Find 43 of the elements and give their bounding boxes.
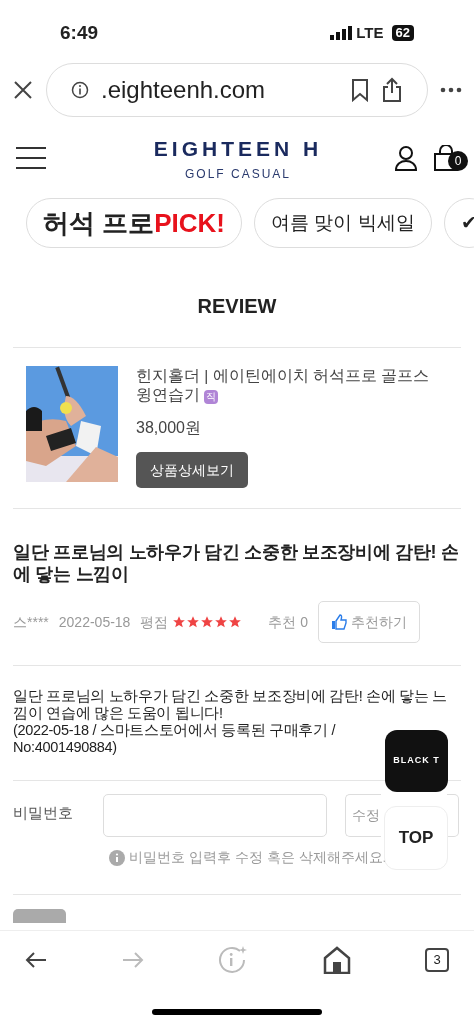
status-time: 6:49 [60, 20, 99, 45]
review-title: 일단 프로님의 노하우가 담긴 소중한 보조장비에 감탄! 손에 닿는 느낌이 [13, 541, 460, 585]
tab-count-button[interactable]: 3 [425, 948, 449, 972]
product-name: 힌지홀더 | 에이틴에이치 허석프로 골프스윙연습기 직 [136, 366, 431, 404]
logo-title: EIGHTEEN H [153, 136, 323, 163]
more-icon[interactable] [440, 87, 462, 93]
password-label: 비밀번호 [13, 803, 74, 823]
star-icon [172, 615, 187, 629]
recommend-count: 추천 0 [268, 612, 309, 632]
network-label: LTE [356, 22, 384, 43]
password-field[interactable] [103, 794, 327, 837]
app-badge[interactable]: BLACK T [385, 730, 448, 792]
home-icon[interactable] [322, 946, 351, 974]
info-icon[interactable] [71, 81, 89, 99]
battery-indicator: 62 [391, 25, 414, 41]
menu-icon[interactable] [16, 147, 46, 169]
password-hint: 비밀번호 입력후 수정 혹은 삭제해주세요. [129, 848, 387, 867]
rating-label: 평점 [140, 612, 169, 632]
info-icon [109, 849, 125, 866]
share-icon[interactable] [381, 77, 403, 103]
close-icon[interactable] [12, 79, 34, 101]
user-icon[interactable] [394, 145, 418, 171]
signal-icon [330, 26, 353, 40]
cart-count-badge: 0 [448, 151, 468, 171]
product-detail-button[interactable]: 상품상세보기 [136, 452, 248, 488]
promo-chip[interactable]: 허석 프로PICK! [26, 198, 242, 248]
back-icon[interactable] [25, 951, 47, 969]
star-icon [228, 615, 243, 629]
review-date: 2022-05-18 [58, 612, 131, 632]
page-title: REVIEW [196, 294, 278, 319]
review-body-text: (2022-05-18 / 스마트스토어에서 등록된 구매후기 / No:4001490884) [13, 722, 337, 756]
star-icon [200, 615, 215, 629]
thumbs-up-icon [331, 614, 348, 630]
bookmark-icon[interactable] [351, 78, 369, 102]
top-button[interactable]: TOP [384, 806, 448, 870]
star-icon [214, 615, 229, 629]
review-body-text: 일단 프로님의 노하우가 담긴 소중한 보조장비에 감탄! 손에 닿는 느낌이 연습에 많은 도움이 됩니다! [13, 688, 449, 722]
url-text: .eighteenh.com [101, 75, 267, 105]
logo-subtitle: GOLF CASUAL [184, 165, 291, 183]
product-price: 38,000원 [136, 418, 202, 438]
star-icon [186, 615, 201, 629]
review-author: 스**** [13, 612, 49, 632]
category-chip[interactable]: 여름 맞이 빅세일 [254, 198, 432, 248]
